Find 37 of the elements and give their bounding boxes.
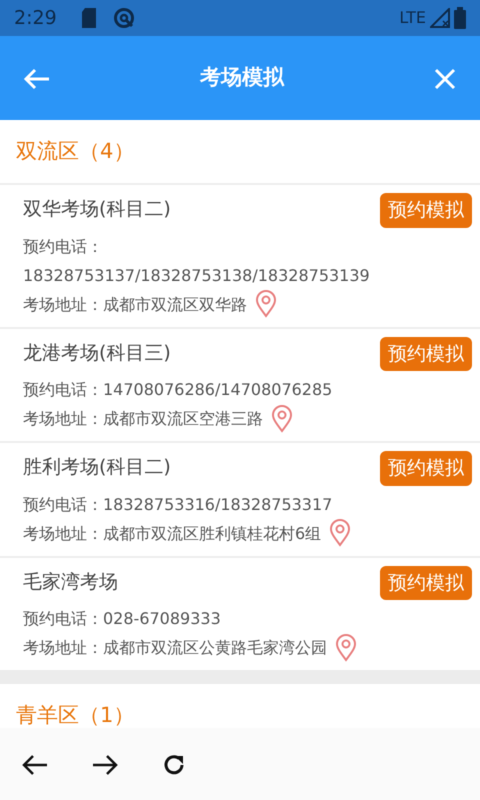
phone-text: 预约电话：14708076286/14708076285 <box>23 379 334 401</box>
venue-name: 龙港考场(科目三) <box>23 340 171 366</box>
signal-icon <box>430 8 450 28</box>
location-pin-icon[interactable] <box>255 290 277 318</box>
sd-card-icon <box>80 8 97 28</box>
close-icon <box>434 68 456 90</box>
book-button[interactable]: 预约模拟 <box>380 566 472 600</box>
location-pin-icon[interactable] <box>271 404 293 432</box>
address-text: 考场地址：成都市双流区胜利镇桂花村6组 <box>23 522 322 544</box>
phone-text: 预约电话：18328753316/18328753317 <box>23 494 334 516</box>
phone-text: 预约电话：028-67089333 <box>23 608 222 630</box>
page-title: 考场模拟 <box>200 64 284 92</box>
back-button[interactable] <box>24 66 50 90</box>
data-saver-icon <box>112 7 135 29</box>
venue-name: 毛家湾考场 <box>23 570 118 594</box>
back-arrow-icon <box>24 68 50 90</box>
nav-forward-button[interactable] <box>92 752 118 776</box>
back-arrow-icon <box>22 754 48 776</box>
address-text: 考场地址：成都市双流区公黄路毛家湾公园 <box>23 637 327 659</box>
venue-name: 双华考场(科目二) <box>23 197 171 222</box>
venue-name: 胜利考场(科目二) <box>23 455 171 480</box>
battery-icon <box>454 7 466 29</box>
nav-back-button[interactable] <box>22 752 48 776</box>
district-header: 双流区（4） <box>15 138 136 165</box>
book-button[interactable]: 预约模拟 <box>380 336 472 371</box>
phone-text: 预约电话：18328753137/18328753138/18328753139 <box>23 236 368 286</box>
address-text: 考场地址：成都市双流区双华路 <box>23 294 247 316</box>
book-button[interactable]: 预约模拟 <box>380 451 472 486</box>
network-type: LTE <box>399 7 426 29</box>
location-pin-icon[interactable] <box>329 519 352 547</box>
forward-arrow-icon <box>92 754 118 776</box>
address-text: 考场地址：成都市双流区空港三路 <box>23 408 263 430</box>
district-header: 青羊区（1） <box>15 702 136 728</box>
close-button[interactable] <box>434 66 456 90</box>
location-pin-icon[interactable] <box>335 634 357 662</box>
book-button[interactable]: 预约模拟 <box>380 193 472 228</box>
status-time: 2:29 <box>14 6 57 31</box>
